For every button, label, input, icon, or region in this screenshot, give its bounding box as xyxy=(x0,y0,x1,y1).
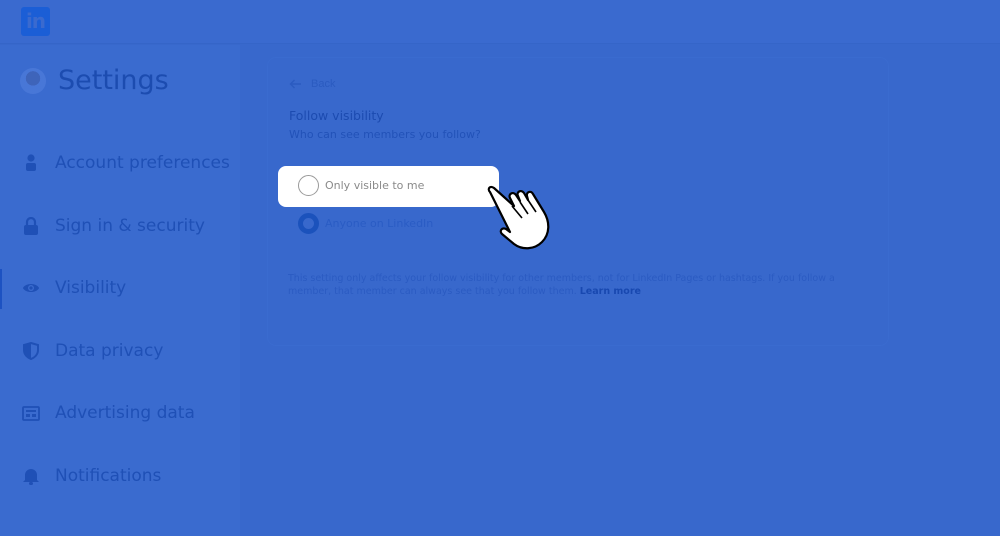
sidebar-item-sign-in-security[interactable]: Sign in & security xyxy=(0,195,240,258)
settings-header: Settings xyxy=(20,65,169,96)
sidebar-item-label: Advertising data xyxy=(55,403,195,424)
settings-nav: Account preferences Sign in & security V… xyxy=(0,132,240,507)
sidebar-item-advertising-data[interactable]: Advertising data xyxy=(0,382,240,445)
ad-card-icon xyxy=(22,404,40,422)
back-button[interactable]: Back xyxy=(289,78,335,90)
person-icon xyxy=(22,154,40,172)
radio-button-selected[interactable] xyxy=(298,213,319,234)
radio-button-unselected[interactable] xyxy=(298,175,319,196)
lock-icon xyxy=(22,216,40,235)
section-subtitle: Who can see members you follow? xyxy=(289,128,481,141)
pointing-hand-cursor-icon xyxy=(487,185,550,250)
learn-more-link[interactable]: Learn more xyxy=(580,286,641,297)
sidebar-item-label: Notifications xyxy=(55,465,162,486)
sidebar-item-label: Account preferences xyxy=(55,153,230,174)
sidebar-item-notifications[interactable]: Notifications xyxy=(0,445,240,508)
radio-anyone-on-linkedin[interactable]: Anyone on LinkedIn xyxy=(298,213,433,234)
radio-label: Only visible to me xyxy=(325,179,425,192)
follow-visibility-card: Back Follow visibility Who can see membe… xyxy=(268,58,888,345)
page-title: Settings xyxy=(58,65,169,96)
radio-label: Anyone on LinkedIn xyxy=(325,217,434,230)
arrow-left-icon xyxy=(289,79,301,89)
shield-icon xyxy=(22,341,40,360)
eye-icon xyxy=(22,279,40,297)
bell-icon xyxy=(22,467,40,485)
radio-only-visible-to-me[interactable]: Only visible to me xyxy=(298,175,424,196)
back-label: Back xyxy=(311,78,336,90)
sidebar-item-label: Data privacy xyxy=(55,340,164,361)
sidebar-item-label: Visibility xyxy=(55,278,127,299)
visibility-note: This setting only affects your follow vi… xyxy=(288,272,868,298)
sidebar-item-label: Sign in & security xyxy=(55,215,205,236)
sidebar-item-account-preferences[interactable]: Account preferences xyxy=(0,132,240,195)
sidebar-item-data-privacy[interactable]: Data privacy xyxy=(0,320,240,383)
note-text: This setting only affects your follow vi… xyxy=(288,273,835,297)
linkedin-logo-icon[interactable]: in xyxy=(21,7,50,36)
section-title: Follow visibility xyxy=(289,108,384,123)
top-bar: in xyxy=(0,0,1000,44)
sidebar: Settings Account preferences Sign in & s… xyxy=(0,45,240,536)
avatar[interactable] xyxy=(20,67,46,94)
sidebar-item-visibility[interactable]: Visibility xyxy=(0,257,240,320)
